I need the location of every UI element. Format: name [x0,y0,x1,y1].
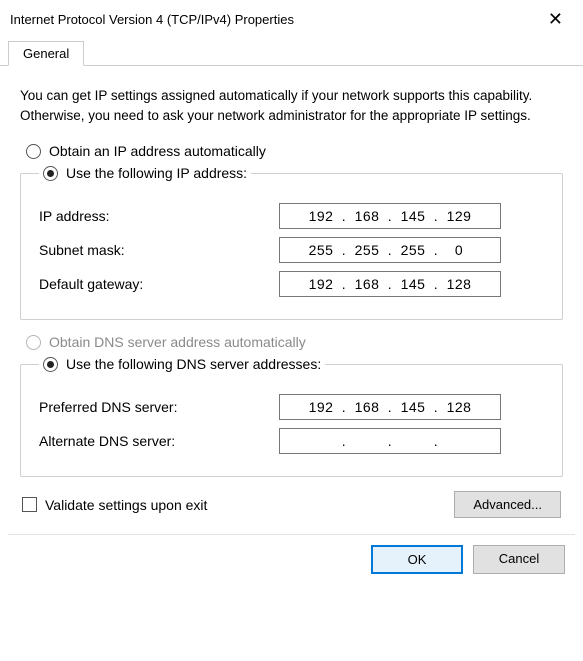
titlebar: Internet Protocol Version 4 (TCP/IPv4) P… [0,0,583,36]
ip-settings-group: Use the following IP address: IP address… [20,165,563,320]
gateway-label: Default gateway: [39,276,279,292]
radio-dns-manual-label: Use the following DNS server addresses: [66,356,321,372]
ok-button[interactable]: OK [371,545,463,574]
validate-checkbox[interactable]: Validate settings upon exit [22,497,207,513]
pref-dns-row: Preferred DNS server: 192. 168. 145. 128 [39,394,544,420]
pref-dns-label: Preferred DNS server: [39,399,279,415]
ip-address-label: IP address: [39,208,279,224]
checkbox-unchecked-icon [22,497,37,512]
gateway-input[interactable]: 192. 168. 145. 128 [279,271,501,297]
gw-oct-3: 145 [397,276,429,292]
gateway-row: Default gateway: 192. 168. 145. 128 [39,271,544,297]
alt-dns-label: Alternate DNS server: [39,433,279,449]
gw-oct-2: 168 [351,276,383,292]
ip-oct-1: 192 [305,208,337,224]
radio-ip-manual[interactable]: Use the following IP address: [43,165,247,181]
radio-ip-auto[interactable]: Obtain an IP address automatically [26,143,563,159]
dns-settings-group: Use the following DNS server addresses: … [20,356,563,477]
radio-disabled-icon [26,335,41,350]
radio-dns-auto: Obtain DNS server address automatically [26,334,563,350]
radio-dns-auto-label: Obtain DNS server address automatically [49,334,306,350]
gw-oct-4: 128 [443,276,475,292]
pdns-oct-4: 128 [443,399,475,415]
ip-oct-4: 129 [443,208,475,224]
subnet-mask-label: Subnet mask: [39,242,279,258]
radio-selected-icon [43,357,58,372]
subnet-mask-row: Subnet mask: 255. 255. 255. 0 [39,237,544,263]
subnet-oct-3: 255 [397,242,429,258]
ip-oct-2: 168 [351,208,383,224]
radio-ip-auto-label: Obtain an IP address automatically [49,143,266,159]
subnet-mask-input[interactable]: 255. 255. 255. 0 [279,237,501,263]
ip-address-row: IP address: 192. 168. 145. 129 [39,203,544,229]
alt-dns-input[interactable]: . . . [279,428,501,454]
cancel-button[interactable]: Cancel [473,545,565,574]
ip-address-input[interactable]: 192. 168. 145. 129 [279,203,501,229]
alt-dns-row: Alternate DNS server: . . . [39,428,544,454]
tab-general[interactable]: General [8,41,84,66]
validate-label: Validate settings upon exit [45,497,207,513]
advanced-button[interactable]: Advanced... [454,491,561,518]
radio-unselected-icon [26,144,41,159]
general-panel: You can get IP settings assigned automat… [0,66,583,532]
pdns-oct-3: 145 [397,399,429,415]
dialog-footer: OK Cancel [0,535,583,588]
ip-oct-3: 145 [397,208,429,224]
radio-ip-manual-label: Use the following IP address: [66,165,247,181]
subnet-oct-2: 255 [351,242,383,258]
subnet-oct-4: 0 [443,242,475,258]
close-icon[interactable]: ✕ [542,8,569,30]
subnet-oct-1: 255 [305,242,337,258]
gw-oct-1: 192 [305,276,337,292]
bottom-row: Validate settings upon exit Advanced... [22,491,561,518]
pdns-oct-2: 168 [351,399,383,415]
intro-text: You can get IP settings assigned automat… [20,86,563,125]
radio-selected-icon [43,166,58,181]
pdns-oct-1: 192 [305,399,337,415]
window-title: Internet Protocol Version 4 (TCP/IPv4) P… [10,12,294,27]
radio-dns-manual[interactable]: Use the following DNS server addresses: [43,356,321,372]
pref-dns-input[interactable]: 192. 168. 145. 128 [279,394,501,420]
tab-strip: General [0,36,583,66]
